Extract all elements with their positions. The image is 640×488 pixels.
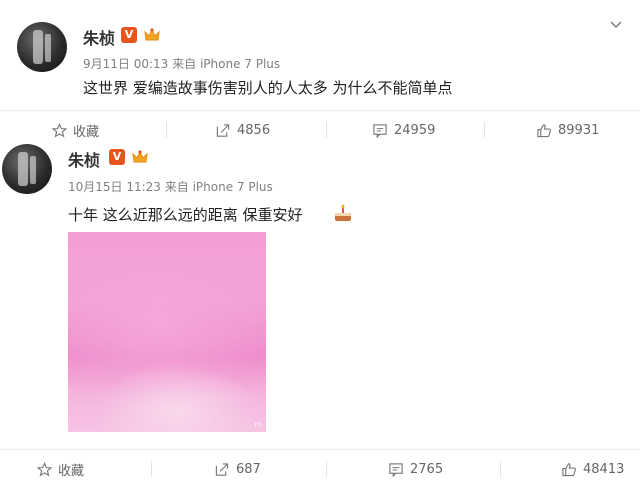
image-watermark: m xyxy=(254,420,262,429)
like-icon xyxy=(537,123,551,137)
comment-count: 2765 xyxy=(410,461,444,477)
divider xyxy=(326,122,327,138)
crown-icon xyxy=(132,150,148,163)
post-date[interactable]: 9月11日 00:13 xyxy=(83,57,168,71)
like-icon xyxy=(562,462,576,476)
like-count: 89931 xyxy=(558,122,600,138)
post-source: 来自 iPhone 7 Plus xyxy=(172,57,281,71)
avatar[interactable] xyxy=(2,144,52,194)
divider xyxy=(500,461,501,477)
repost-icon xyxy=(216,123,230,137)
chevron-down-icon[interactable] xyxy=(608,16,624,32)
repost-count: 687 xyxy=(236,461,261,477)
avatar[interactable] xyxy=(17,22,67,72)
author-name[interactable]: 朱桢 xyxy=(83,25,115,49)
crown-icon xyxy=(144,28,160,41)
post-text: 十年 这么近那么远的距离 保重安好 xyxy=(68,206,303,224)
favorite-button[interactable]: 收藏 xyxy=(37,450,84,488)
star-icon xyxy=(37,461,52,476)
divider xyxy=(151,461,152,477)
post-meta: 9月11日 00:13 来自 iPhone 7 Plus xyxy=(83,55,280,72)
repost-button[interactable]: 687 xyxy=(214,450,261,488)
divider xyxy=(484,122,485,138)
action-bar: 收藏 687 2765 48413 xyxy=(0,449,640,488)
weibo-post: 朱桢 V 9月11日 00:13 来自 iPhone 7 Plus 这世界 爱编… xyxy=(0,0,640,140)
comment-button[interactable]: 2765 xyxy=(388,450,443,488)
divider xyxy=(166,122,167,138)
cake-emoji-icon xyxy=(335,204,351,221)
repost-count: 4856 xyxy=(237,122,271,138)
post-image[interactable]: m xyxy=(68,232,266,432)
favorite-label: 收藏 xyxy=(73,124,100,140)
weibo-post: 朱桢 V 10月15日 11:23 来自 iPhone 7 Plus 十年 这么… xyxy=(0,138,640,486)
like-button[interactable]: 48413 xyxy=(561,450,624,488)
comment-count: 24959 xyxy=(394,122,436,138)
post-date[interactable]: 10月15日 11:23 xyxy=(68,180,161,194)
author-name[interactable]: 朱桢 xyxy=(68,147,100,171)
post-meta: 10月15日 11:23 来自 iPhone 7 Plus xyxy=(68,178,273,195)
verified-badge-icon: V xyxy=(109,149,125,165)
repost-icon xyxy=(215,462,229,476)
favorite-label: 收藏 xyxy=(58,463,85,479)
divider xyxy=(326,461,327,477)
post-text: 这世界 爱编造故事伤害别人的人太多 为什么不能简单点 xyxy=(83,79,453,97)
star-icon xyxy=(52,122,67,137)
post-source: 来自 iPhone 7 Plus xyxy=(164,180,273,194)
verified-badge-icon: V xyxy=(121,27,137,43)
comment-icon xyxy=(389,462,403,477)
comment-icon xyxy=(373,123,387,138)
like-count: 48413 xyxy=(583,461,625,477)
